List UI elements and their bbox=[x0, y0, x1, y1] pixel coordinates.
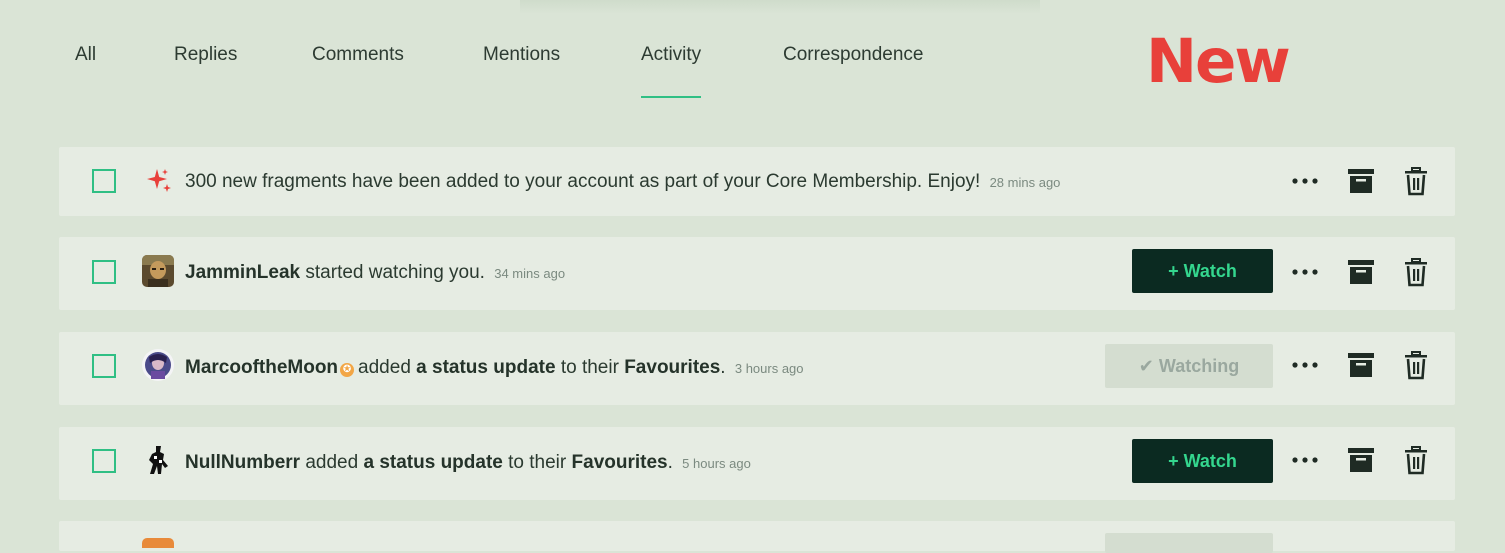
tab-correspondence[interactable]: Correspondence bbox=[783, 44, 923, 66]
trash-icon bbox=[1405, 258, 1427, 287]
watching-button[interactable]: ✔ Watching bbox=[1105, 344, 1273, 388]
archive-icon bbox=[1348, 260, 1374, 284]
timestamp: 28 mins ago bbox=[989, 175, 1061, 190]
target-link[interactable]: Favourites bbox=[624, 357, 720, 378]
archive-icon bbox=[1348, 448, 1374, 472]
notification-row: 300 new fragments have been added to you… bbox=[59, 147, 1455, 216]
archive-button[interactable] bbox=[1346, 257, 1376, 287]
notification-row: JamminLeak started watching you. 34 mins… bbox=[59, 237, 1455, 310]
more-dots-icon bbox=[1292, 178, 1318, 184]
select-checkbox[interactable] bbox=[92, 169, 116, 193]
watch-button[interactable]: + Watch bbox=[1132, 249, 1273, 293]
object-link[interactable]: a status update bbox=[363, 452, 502, 473]
timestamp: 3 hours ago bbox=[734, 361, 804, 376]
notification-message: 300 new fragments have been added to you… bbox=[185, 171, 1060, 193]
trash-icon bbox=[1405, 351, 1427, 380]
new-badge: New bbox=[1146, 26, 1291, 97]
avatar[interactable] bbox=[142, 255, 174, 287]
notification-row: NullNumberr added a status update to the… bbox=[59, 427, 1455, 500]
archive-button[interactable] bbox=[1346, 166, 1376, 196]
timestamp: 5 hours ago bbox=[682, 456, 751, 471]
trash-icon bbox=[1405, 167, 1427, 196]
archive-icon bbox=[1348, 353, 1374, 377]
notification-message: NullNumberr added a status update to the… bbox=[185, 452, 751, 473]
notification-message: JamminLeak started watching you. 34 mins… bbox=[185, 262, 565, 284]
timestamp: 34 mins ago bbox=[494, 266, 566, 281]
tab-replies[interactable]: Replies bbox=[174, 44, 237, 66]
select-checkbox[interactable] bbox=[92, 449, 116, 473]
username-link[interactable]: JamminLeak bbox=[185, 262, 300, 283]
notification-text: 300 new fragments have been added to you… bbox=[185, 171, 981, 192]
more-dots-icon bbox=[1292, 457, 1318, 463]
object-link[interactable]: a status update bbox=[416, 357, 555, 378]
avatar[interactable] bbox=[142, 538, 174, 548]
tab-comments[interactable]: Comments bbox=[312, 44, 404, 66]
delete-button[interactable] bbox=[1401, 257, 1431, 287]
more-options-button[interactable] bbox=[1290, 445, 1320, 475]
target-link[interactable]: Favourites bbox=[572, 452, 668, 473]
more-options-button[interactable] bbox=[1290, 166, 1320, 196]
select-checkbox[interactable] bbox=[92, 354, 116, 378]
notification-tabs: All Replies Comments Mentions Activity C… bbox=[0, 0, 1000, 100]
delete-button[interactable] bbox=[1401, 350, 1431, 380]
tab-all[interactable]: All bbox=[75, 44, 96, 66]
avatar[interactable] bbox=[142, 444, 174, 476]
delete-button[interactable] bbox=[1401, 166, 1431, 196]
watching-button[interactable] bbox=[1105, 533, 1273, 553]
action-text: added bbox=[358, 357, 411, 378]
tab-mentions[interactable]: Mentions bbox=[483, 44, 560, 66]
archive-button[interactable] bbox=[1346, 350, 1376, 380]
archive-icon bbox=[1348, 169, 1374, 193]
notification-row bbox=[59, 521, 1455, 553]
action-text: to their bbox=[560, 357, 619, 378]
avatar[interactable] bbox=[142, 349, 174, 381]
notification-message: MarcooftheMoon ✪ added a status update to … bbox=[185, 357, 804, 378]
more-dots-icon bbox=[1292, 269, 1318, 275]
action-text: to their bbox=[508, 452, 567, 473]
notification-row: MarcooftheMoon ✪ added a status update to … bbox=[59, 332, 1455, 405]
username-link[interactable]: MarcooftheMoon bbox=[185, 357, 338, 378]
action-text: added bbox=[305, 452, 359, 473]
action-text: started watching you. bbox=[305, 262, 485, 283]
watch-button[interactable]: + Watch bbox=[1132, 439, 1273, 483]
archive-button[interactable] bbox=[1346, 445, 1376, 475]
trash-icon bbox=[1405, 446, 1427, 475]
sparkle-icon bbox=[147, 169, 171, 192]
delete-button[interactable] bbox=[1401, 445, 1431, 475]
select-checkbox[interactable] bbox=[92, 260, 116, 284]
more-dots-icon bbox=[1292, 362, 1318, 368]
username-link[interactable]: NullNumberr bbox=[185, 452, 300, 473]
more-options-button[interactable] bbox=[1290, 350, 1320, 380]
core-member-badge-icon: ✪ bbox=[340, 363, 355, 377]
more-options-button[interactable] bbox=[1290, 257, 1320, 287]
tab-activity[interactable]: Activity bbox=[641, 44, 702, 98]
